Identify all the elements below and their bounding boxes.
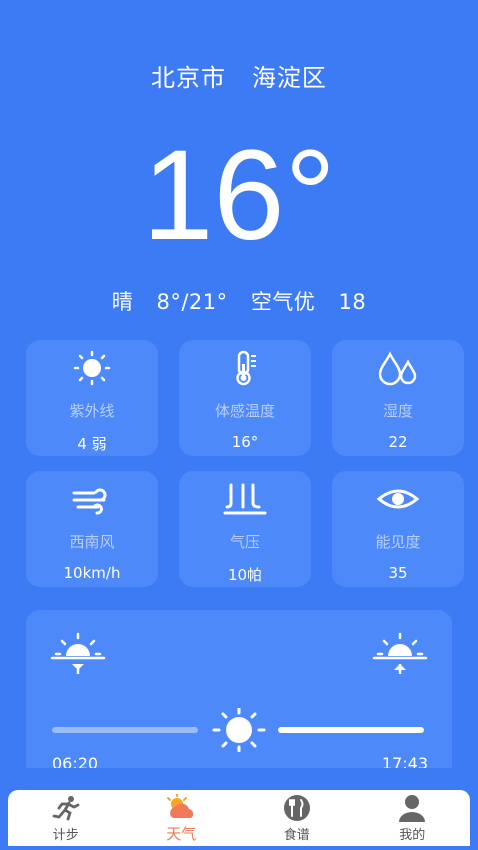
utensils-icon	[282, 794, 312, 822]
daylight-track-remaining	[278, 727, 424, 733]
bottom-tab-bar: 计步 天气 食谱 我的	[8, 790, 470, 846]
tab-profile[interactable]: 我的	[372, 794, 452, 843]
sunset-time: 17:43	[381, 754, 428, 768]
temperature-range: 8°/21°	[156, 290, 228, 314]
wind-icon	[70, 481, 114, 517]
metric-card-pressure: 气压 10帕	[179, 471, 311, 587]
metric-value: 4 弱	[77, 435, 107, 453]
air-quality-value: 18	[338, 290, 367, 314]
metric-label: 能见度	[375, 533, 421, 551]
sun-position-icon	[210, 707, 268, 756]
metric-card-humidity: 湿度 22	[332, 340, 464, 456]
tab-label: 我的	[399, 827, 426, 843]
metric-label: 体感温度	[214, 402, 275, 420]
metric-label: 气压	[229, 533, 260, 551]
bottom-edge	[0, 846, 478, 850]
city-name: 北京市	[151, 64, 227, 92]
metric-label: 西南风	[69, 533, 115, 551]
sun-icon	[72, 350, 112, 386]
district-name: 海淀区	[251, 64, 327, 92]
condition-text: 晴	[111, 290, 134, 314]
eye-icon	[376, 481, 420, 517]
metric-label: 湿度	[382, 402, 413, 420]
sunrise-time: 06:20	[52, 754, 99, 768]
pressure-icon	[223, 481, 267, 517]
cloud-sun-icon	[165, 793, 197, 821]
metric-value: 22	[388, 433, 408, 451]
metric-label: 紫外线	[69, 402, 115, 420]
location-title: 北京市 海淀区	[0, 58, 478, 93]
tab-recipes[interactable]: 食谱	[257, 794, 337, 843]
sunrise-sunset-panel: 06:20 17:43	[26, 610, 452, 768]
metric-value: 10km/h	[63, 564, 121, 582]
metric-value: 35	[388, 564, 408, 582]
metric-card-uv: 紫外线 4 弱	[26, 340, 158, 456]
metric-card-visibility: 能见度 35	[332, 471, 464, 587]
tab-label: 食谱	[283, 827, 310, 843]
weather-summary: 晴 8°/21° 空气优 18	[0, 286, 478, 316]
metric-value: 16°	[231, 433, 259, 451]
current-temperature: 16°	[142, 124, 336, 267]
running-icon	[51, 794, 81, 822]
tab-steps[interactable]: 计步	[26, 794, 106, 843]
daylight-track-elapsed	[52, 727, 198, 733]
metric-value: 10帕	[227, 566, 263, 584]
sunset-icon	[372, 632, 428, 680]
tab-label: 计步	[52, 827, 79, 843]
metric-card-feels-like: 体感温度 16°	[179, 340, 311, 456]
droplets-icon	[376, 350, 420, 386]
thermometer-icon	[230, 350, 260, 386]
tab-label: 天气	[166, 824, 197, 843]
tab-weather[interactable]: 天气	[141, 793, 221, 844]
metric-card-wind: 西南风 10km/h	[26, 471, 158, 587]
user-icon	[397, 794, 427, 822]
metrics-grid: 紫外线 4 弱 体感温度 16° 湿度 22 西南风 10km/h 气压 10帕…	[26, 340, 464, 587]
air-quality-label: 空气优	[250, 290, 316, 314]
sunrise-icon	[50, 632, 106, 680]
